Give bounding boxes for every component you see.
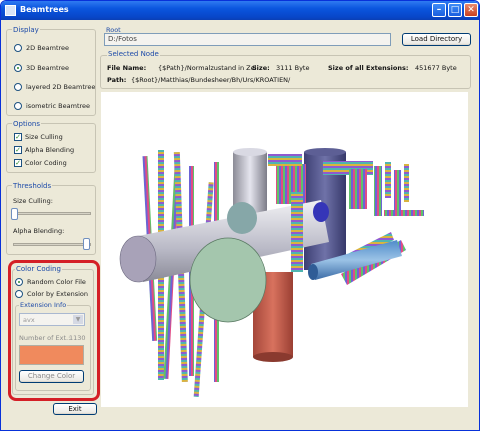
size-culling-slider[interactable]: [13, 212, 91, 215]
size-all-extensions-value: 451677 Byte: [415, 64, 457, 72]
radio-3d-beamtree[interactable]: 3D Beamtree: [14, 64, 69, 72]
alpha-blending-slider[interactable]: [13, 243, 91, 246]
checkbox-alpha-blending[interactable]: ✓ Alpha Blending: [14, 146, 74, 154]
beamtree-3d-view: [119, 148, 424, 397]
app-icon: [5, 5, 16, 16]
size-label: Size:: [252, 64, 270, 72]
thresholds-group-title: Thresholds: [12, 182, 53, 190]
alpha-blending-label: Alpha Blending:: [13, 227, 65, 235]
radio-layered-2d-beamtree[interactable]: layered 2D Beamtree: [14, 83, 95, 91]
check-icon: ✓: [14, 159, 22, 167]
exit-button[interactable]: Exit: [53, 403, 97, 415]
color-coding-highlight: [8, 260, 100, 401]
size-culling-slider-thumb[interactable]: [11, 208, 18, 220]
radio-dot: [14, 44, 22, 52]
alpha-blending-slider-thumb[interactable]: [83, 238, 90, 250]
beamtree-canvas[interactable]: [101, 92, 468, 407]
size-culling-label: Size Culling:: [13, 197, 53, 205]
close-button[interactable]: ✕: [464, 3, 478, 17]
minimize-button[interactable]: –: [432, 3, 446, 17]
radio-dot: [14, 64, 22, 72]
options-group-title: Options: [12, 120, 42, 128]
checkbox-size-culling[interactable]: ✓ Size Culling: [14, 133, 63, 141]
title-bar: Beamtrees – □ ✕: [1, 1, 479, 20]
check-icon: ✓: [14, 133, 22, 141]
root-path-field[interactable]: D:/Fotos: [104, 33, 391, 46]
selected-node-title: Selected Node: [107, 50, 160, 58]
check-icon: ✓: [14, 146, 22, 154]
beamtrees-window: Beamtrees – □ ✕ Display 2D Beamtree 3D B…: [0, 0, 480, 431]
radio-2d-beamtree[interactable]: 2D Beamtree: [14, 44, 69, 52]
window-title: Beamtrees: [20, 5, 69, 14]
radio-dot: [14, 102, 22, 110]
path-label: Path:: [107, 76, 127, 84]
checkbox-color-coding[interactable]: ✓ Color Coding: [14, 159, 67, 167]
load-directory-button[interactable]: Load Directory: [402, 33, 471, 46]
maximize-button[interactable]: □: [448, 3, 462, 17]
path-value: {$Root}/Matthias/Bundesheer/Bh/Urs/KROAT…: [131, 76, 291, 84]
size-value: 3111 Byte: [276, 64, 310, 72]
size-all-extensions-label: Size of all Extensions:: [328, 64, 409, 72]
file-name-value: {$Path}/Normalzustand in Zel: [158, 64, 257, 72]
radio-dot: [14, 83, 22, 91]
radio-isometric-beamtree[interactable]: isometric Beamtree: [14, 102, 90, 110]
file-name-label: File Name:: [107, 64, 147, 72]
display-group-title: Display: [12, 26, 40, 34]
